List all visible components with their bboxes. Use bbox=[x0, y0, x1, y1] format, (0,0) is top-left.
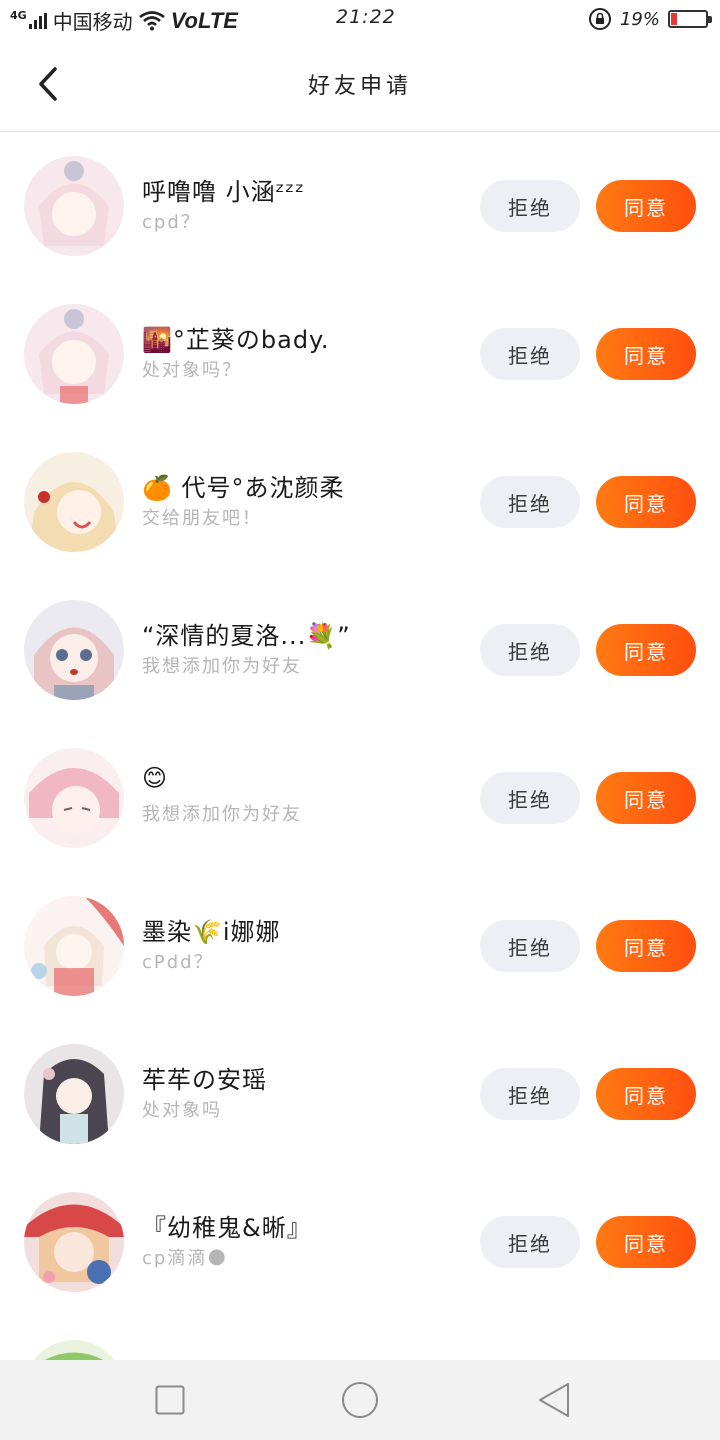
request-name: 䒜䒜の安瑶 bbox=[142, 1066, 267, 1094]
avatar[interactable] bbox=[24, 452, 124, 552]
avatar[interactable] bbox=[24, 1044, 124, 1144]
carrier-name: 中国移动 bbox=[52, 10, 133, 34]
request-message: 处对象吗 bbox=[142, 1100, 222, 1121]
list-item: 䒜䒜の安瑶 处对象吗 拒绝 同意 bbox=[0, 1020, 720, 1168]
request-message: 交给朋友吧！ bbox=[142, 508, 262, 529]
square-icon bbox=[155, 1385, 185, 1415]
request-name: 😊 bbox=[142, 764, 169, 792]
accept-button[interactable]: 同意 bbox=[596, 920, 696, 972]
friend-request-list[interactable]: 呼噜噜 小涵ᶻᶻᶻ cpd？ 拒绝 同意 🌇°芷葵のbady. 处对象吗？ 拒绝… bbox=[0, 132, 720, 1360]
request-name: “深情的夏洛...💐” bbox=[142, 622, 351, 650]
battery-icon bbox=[668, 10, 712, 28]
wifi-icon bbox=[138, 10, 165, 30]
triangle-back-icon bbox=[539, 1383, 569, 1417]
list-item: 墨染🌾i娜娜 cPdd？ 拒绝 同意 bbox=[0, 872, 720, 1020]
avatar[interactable] bbox=[24, 304, 124, 404]
recents-button[interactable] bbox=[150, 1380, 190, 1420]
nav-back-button[interactable] bbox=[534, 1380, 574, 1420]
request-message: 我想添加你为好友 bbox=[142, 804, 302, 825]
avatar[interactable] bbox=[24, 748, 124, 848]
accept-button[interactable]: 同意 bbox=[596, 1068, 696, 1120]
status-left: 4G 中国移动 VoLTE bbox=[10, 6, 238, 35]
accept-button[interactable]: 同意 bbox=[596, 624, 696, 676]
list-item: 🍊 代号°あ沈颜柔 交给朋友吧！ 拒绝 同意 bbox=[0, 428, 720, 576]
avatar[interactable] bbox=[24, 896, 124, 996]
system-nav-bar bbox=[0, 1360, 720, 1440]
accept-button[interactable]: 同意 bbox=[596, 1216, 696, 1268]
request-name: 呼噜噜 小涵ᶻᶻᶻ bbox=[142, 178, 305, 206]
request-message: 我想添加你为好友 bbox=[142, 656, 302, 677]
request-message: cPdd？ bbox=[142, 952, 214, 973]
accept-button[interactable]: 同意 bbox=[596, 772, 696, 824]
request-name: 🍊 代号°あ沈颜柔 bbox=[142, 474, 345, 502]
reject-button[interactable]: 拒绝 bbox=[480, 328, 580, 380]
status-time: 21:22 bbox=[336, 6, 396, 28]
circle-icon bbox=[342, 1382, 378, 1418]
home-button[interactable] bbox=[340, 1380, 380, 1420]
reject-button[interactable]: 拒绝 bbox=[480, 1216, 580, 1268]
avatar[interactable] bbox=[24, 1192, 124, 1292]
request-message: cpd？ bbox=[142, 212, 201, 233]
rotation-lock-icon bbox=[588, 8, 611, 30]
list-item: “深情的夏洛...💐” 我想添加你为好友 拒绝 同意 bbox=[0, 576, 720, 724]
avatar[interactable] bbox=[24, 600, 124, 700]
accept-button[interactable]: 同意 bbox=[596, 328, 696, 380]
request-message: 处对象吗？ bbox=[142, 360, 242, 381]
reject-button[interactable]: 拒绝 bbox=[480, 920, 580, 972]
list-item: 🌇°芷葵のbady. 处对象吗？ 拒绝 同意 bbox=[0, 280, 720, 428]
status-bar: 4G 中国移动 VoLTE 21:22 19% bbox=[0, 0, 720, 38]
reject-button[interactable]: 拒绝 bbox=[480, 180, 580, 232]
reject-button[interactable]: 拒绝 bbox=[480, 1068, 580, 1120]
list-item: 呼噜噜 小涵ᶻᶻᶻ cpd？ 拒绝 同意 bbox=[0, 132, 720, 280]
accept-button[interactable]: 同意 bbox=[596, 476, 696, 528]
list-item: 😊 我想添加你为好友 拒绝 同意 bbox=[0, 724, 720, 872]
signal-icon bbox=[28, 12, 47, 29]
request-message: cp滴滴🌑 bbox=[142, 1248, 229, 1269]
app-header: 好友申请 bbox=[0, 38, 720, 132]
request-name: 『幼稚鬼&晰』 bbox=[142, 1214, 312, 1242]
network-type: 4G bbox=[10, 8, 27, 22]
accept-button[interactable]: 同意 bbox=[596, 180, 696, 232]
reject-button[interactable]: 拒绝 bbox=[480, 624, 580, 676]
reject-button[interactable]: 拒绝 bbox=[480, 476, 580, 528]
request-name: 墨染🌾i娜娜 bbox=[142, 918, 281, 946]
avatar[interactable] bbox=[24, 156, 124, 256]
battery-percent: 19% bbox=[619, 8, 660, 30]
page-title: 好友申请 bbox=[307, 74, 412, 99]
request-name: 🌇°芷葵のbady. bbox=[142, 326, 330, 354]
battery-level bbox=[671, 13, 677, 25]
list-item: 『幼稚鬼&晰』 cp滴滴🌑 拒绝 同意 bbox=[0, 1168, 720, 1316]
status-right: 19% bbox=[588, 7, 712, 31]
avatar[interactable] bbox=[24, 1340, 124, 1360]
volte-indicator: VoLTE bbox=[170, 7, 238, 33]
reject-button[interactable]: 拒绝 bbox=[480, 772, 580, 824]
